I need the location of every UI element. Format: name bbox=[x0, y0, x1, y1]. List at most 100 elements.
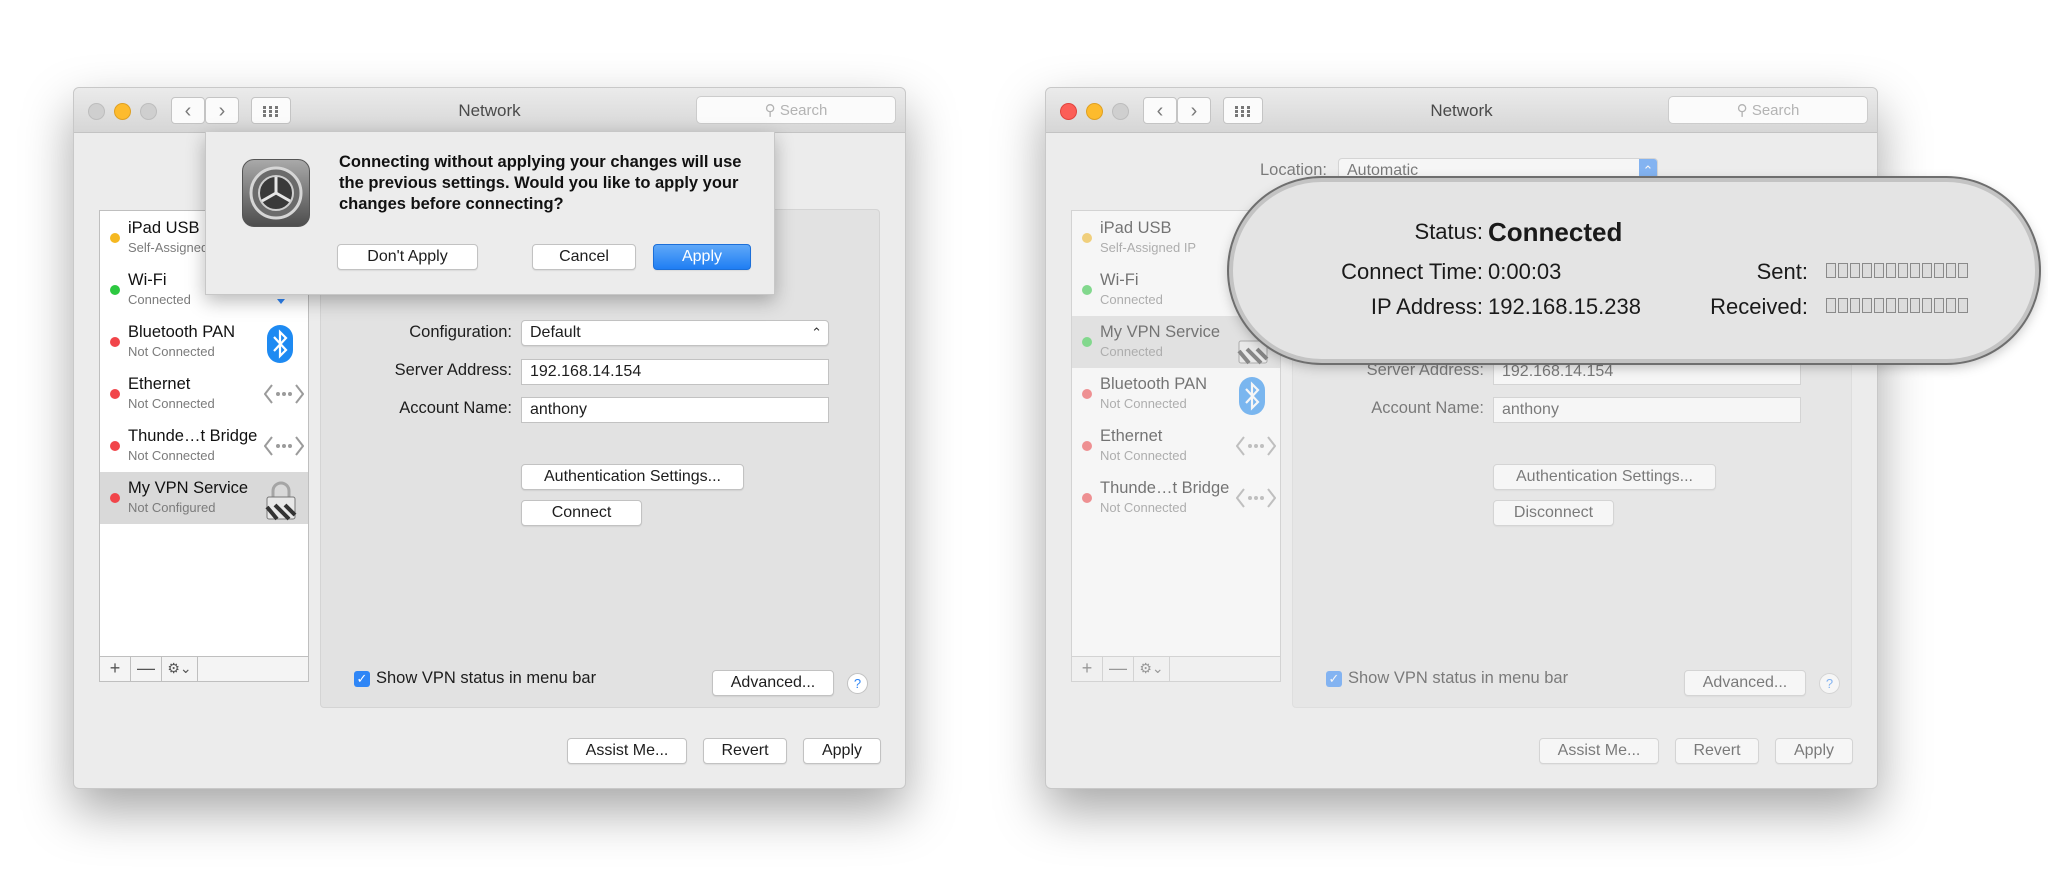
search-icon: ⚲ bbox=[764, 102, 776, 119]
help-button[interactable]: ? bbox=[1819, 673, 1840, 694]
title-bar: ‹ › Network ⚲ Search bbox=[74, 88, 905, 133]
service-item-ethernet[interactable]: Ethernet Not Connected bbox=[100, 368, 308, 420]
status-dot bbox=[1082, 441, 1092, 451]
account-name-input[interactable]: anthony bbox=[521, 397, 829, 423]
service-list-toolbar: + — ⚙︎⌄ bbox=[100, 656, 308, 681]
service-status: Not Connected bbox=[128, 396, 215, 411]
configuration-value: Default bbox=[530, 324, 581, 341]
search-placeholder: Search bbox=[779, 102, 828, 119]
show-vpn-status-checkbox[interactable]: ✓ bbox=[354, 671, 370, 687]
status-magnifier: Status: Connected Connect Time: 0:00:03 … bbox=[1229, 178, 2039, 363]
service-status: Not Configured bbox=[128, 500, 216, 515]
status-dot bbox=[1082, 493, 1092, 503]
apply-button[interactable]: Apply bbox=[803, 738, 881, 764]
service-status: Connected bbox=[1100, 344, 1163, 359]
location-value: Automatic bbox=[1347, 162, 1419, 179]
service-item-my-vpn-service[interactable]: My VPN Service Not Configured bbox=[100, 472, 308, 524]
server-address-label: Server Address: bbox=[1366, 361, 1484, 379]
show-vpn-status-checkbox[interactable]: ✓ bbox=[1326, 671, 1342, 687]
help-button[interactable]: ? bbox=[847, 673, 868, 694]
remove-service-button[interactable]: — bbox=[1103, 657, 1134, 681]
status-dot bbox=[110, 493, 120, 503]
service-status: Not Connected bbox=[128, 344, 215, 359]
assist-me-button[interactable]: Assist Me... bbox=[1539, 738, 1659, 764]
status-value: Connected bbox=[1488, 217, 1623, 247]
configuration-label: Configuration: bbox=[409, 323, 512, 341]
ip-address-value: 192.168.15.238 bbox=[1488, 294, 1641, 319]
advanced-button[interactable]: Advanced... bbox=[712, 670, 834, 696]
search-field[interactable]: ⚲ Search bbox=[696, 96, 896, 124]
dialog-apply-button[interactable]: Apply bbox=[653, 244, 751, 270]
bluetooth-icon bbox=[264, 325, 298, 363]
service-status: Self-Assigned IP bbox=[1100, 240, 1197, 255]
network-window-left: ‹ › Network ⚲ Search iPad USB Self-Assig… bbox=[73, 87, 906, 789]
connect-button[interactable]: Connect bbox=[521, 500, 642, 526]
service-item-ethernet[interactable]: Ethernet Not Connected bbox=[1072, 420, 1280, 472]
dont-apply-button[interactable]: Don't Apply bbox=[337, 244, 478, 270]
status-dot bbox=[1082, 337, 1092, 347]
service-item-thunderbolt-bridge[interactable]: Thunde…t Bridge Not Connected bbox=[100, 420, 308, 472]
remove-service-button[interactable]: — bbox=[131, 657, 162, 681]
dialog-cancel-button[interactable]: Cancel bbox=[532, 244, 636, 270]
gear-menu-button[interactable]: ⚙︎⌄ bbox=[162, 657, 198, 681]
received-label: Received: bbox=[1710, 294, 1808, 319]
service-item-bluetooth-pan[interactable]: Bluetooth PAN Not Connected bbox=[1072, 368, 1280, 420]
revert-button[interactable]: Revert bbox=[1675, 738, 1759, 764]
service-name: Wi-Fi bbox=[1100, 271, 1139, 289]
chevron-updown-icon: ⌃ bbox=[811, 325, 822, 340]
service-name: Ethernet bbox=[128, 375, 191, 393]
service-name: Wi-Fi bbox=[128, 271, 167, 289]
service-name: Bluetooth PAN bbox=[1100, 375, 1208, 393]
authentication-settings-button[interactable]: Authentication Settings... bbox=[521, 464, 744, 490]
ethernet-icon bbox=[1235, 429, 1277, 463]
account-name-input[interactable]: anthony bbox=[1493, 397, 1801, 423]
status-label: Status: bbox=[1414, 219, 1483, 244]
advanced-button[interactable]: Advanced... bbox=[1684, 670, 1806, 696]
authentication-settings-button[interactable]: Authentication Settings... bbox=[1493, 464, 1716, 490]
assist-me-button[interactable]: Assist Me... bbox=[567, 738, 687, 764]
ip-address-label: IP Address: bbox=[1370, 294, 1483, 319]
received-activity-meter bbox=[1826, 298, 1970, 315]
service-status: Not Connected bbox=[1100, 448, 1187, 463]
status-dot bbox=[110, 389, 120, 399]
gear-menu-button[interactable]: ⚙︎⌄ bbox=[1134, 657, 1170, 681]
service-item-thunderbolt-bridge[interactable]: Thunde…t Bridge Not Connected bbox=[1072, 472, 1280, 524]
status-dot bbox=[110, 441, 120, 451]
connect-time-label: Connect Time: bbox=[1341, 259, 1483, 284]
status-dot bbox=[1082, 389, 1092, 399]
show-vpn-status-label: Show VPN status in menu bar bbox=[376, 669, 597, 687]
service-name: iPad USB bbox=[128, 219, 200, 237]
service-status: Not Connected bbox=[1100, 500, 1187, 515]
vpn-lock-icon bbox=[264, 481, 298, 521]
sent-label: Sent: bbox=[1756, 259, 1808, 284]
revert-button[interactable]: Revert bbox=[703, 738, 787, 764]
status-dot bbox=[110, 233, 120, 243]
apply-changes-dialog: Connecting without applying your changes… bbox=[205, 132, 775, 295]
system-preferences-icon bbox=[242, 159, 310, 227]
service-name: iPad USB bbox=[1100, 219, 1172, 237]
service-status: Not Connected bbox=[128, 448, 215, 463]
service-status: Self-Assigned bbox=[128, 240, 209, 255]
service-name: Bluetooth PAN bbox=[128, 323, 236, 341]
add-service-button[interactable]: + bbox=[100, 657, 131, 681]
service-status: Not Connected bbox=[1100, 396, 1187, 411]
add-service-button[interactable]: + bbox=[1072, 657, 1103, 681]
service-item-bluetooth-pan[interactable]: Bluetooth PAN Not Connected bbox=[100, 316, 308, 368]
service-name: Thunde…t Bridge bbox=[1100, 479, 1230, 497]
title-bar: ‹ › Network ⚲ Search bbox=[1046, 88, 1877, 133]
disconnect-button[interactable]: Disconnect bbox=[1493, 500, 1614, 526]
search-placeholder: Search bbox=[1751, 102, 1800, 119]
service-name: My VPN Service bbox=[1100, 323, 1221, 341]
status-dot bbox=[110, 337, 120, 347]
account-name-label: Account Name: bbox=[1371, 399, 1484, 417]
apply-button[interactable]: Apply bbox=[1775, 738, 1853, 764]
ethernet-icon bbox=[263, 377, 305, 411]
service-status: Connected bbox=[1100, 292, 1163, 307]
search-icon: ⚲ bbox=[1736, 102, 1748, 119]
bluetooth-icon bbox=[1236, 377, 1270, 415]
thunderbolt-bridge-icon bbox=[263, 429, 305, 463]
search-field[interactable]: ⚲ Search bbox=[1668, 96, 1868, 124]
configuration-select[interactable]: Default ⌃ bbox=[521, 320, 829, 346]
server-address-input[interactable]: 192.168.14.154 bbox=[521, 359, 829, 385]
show-vpn-status-label: Show VPN status in menu bar bbox=[1348, 669, 1569, 687]
